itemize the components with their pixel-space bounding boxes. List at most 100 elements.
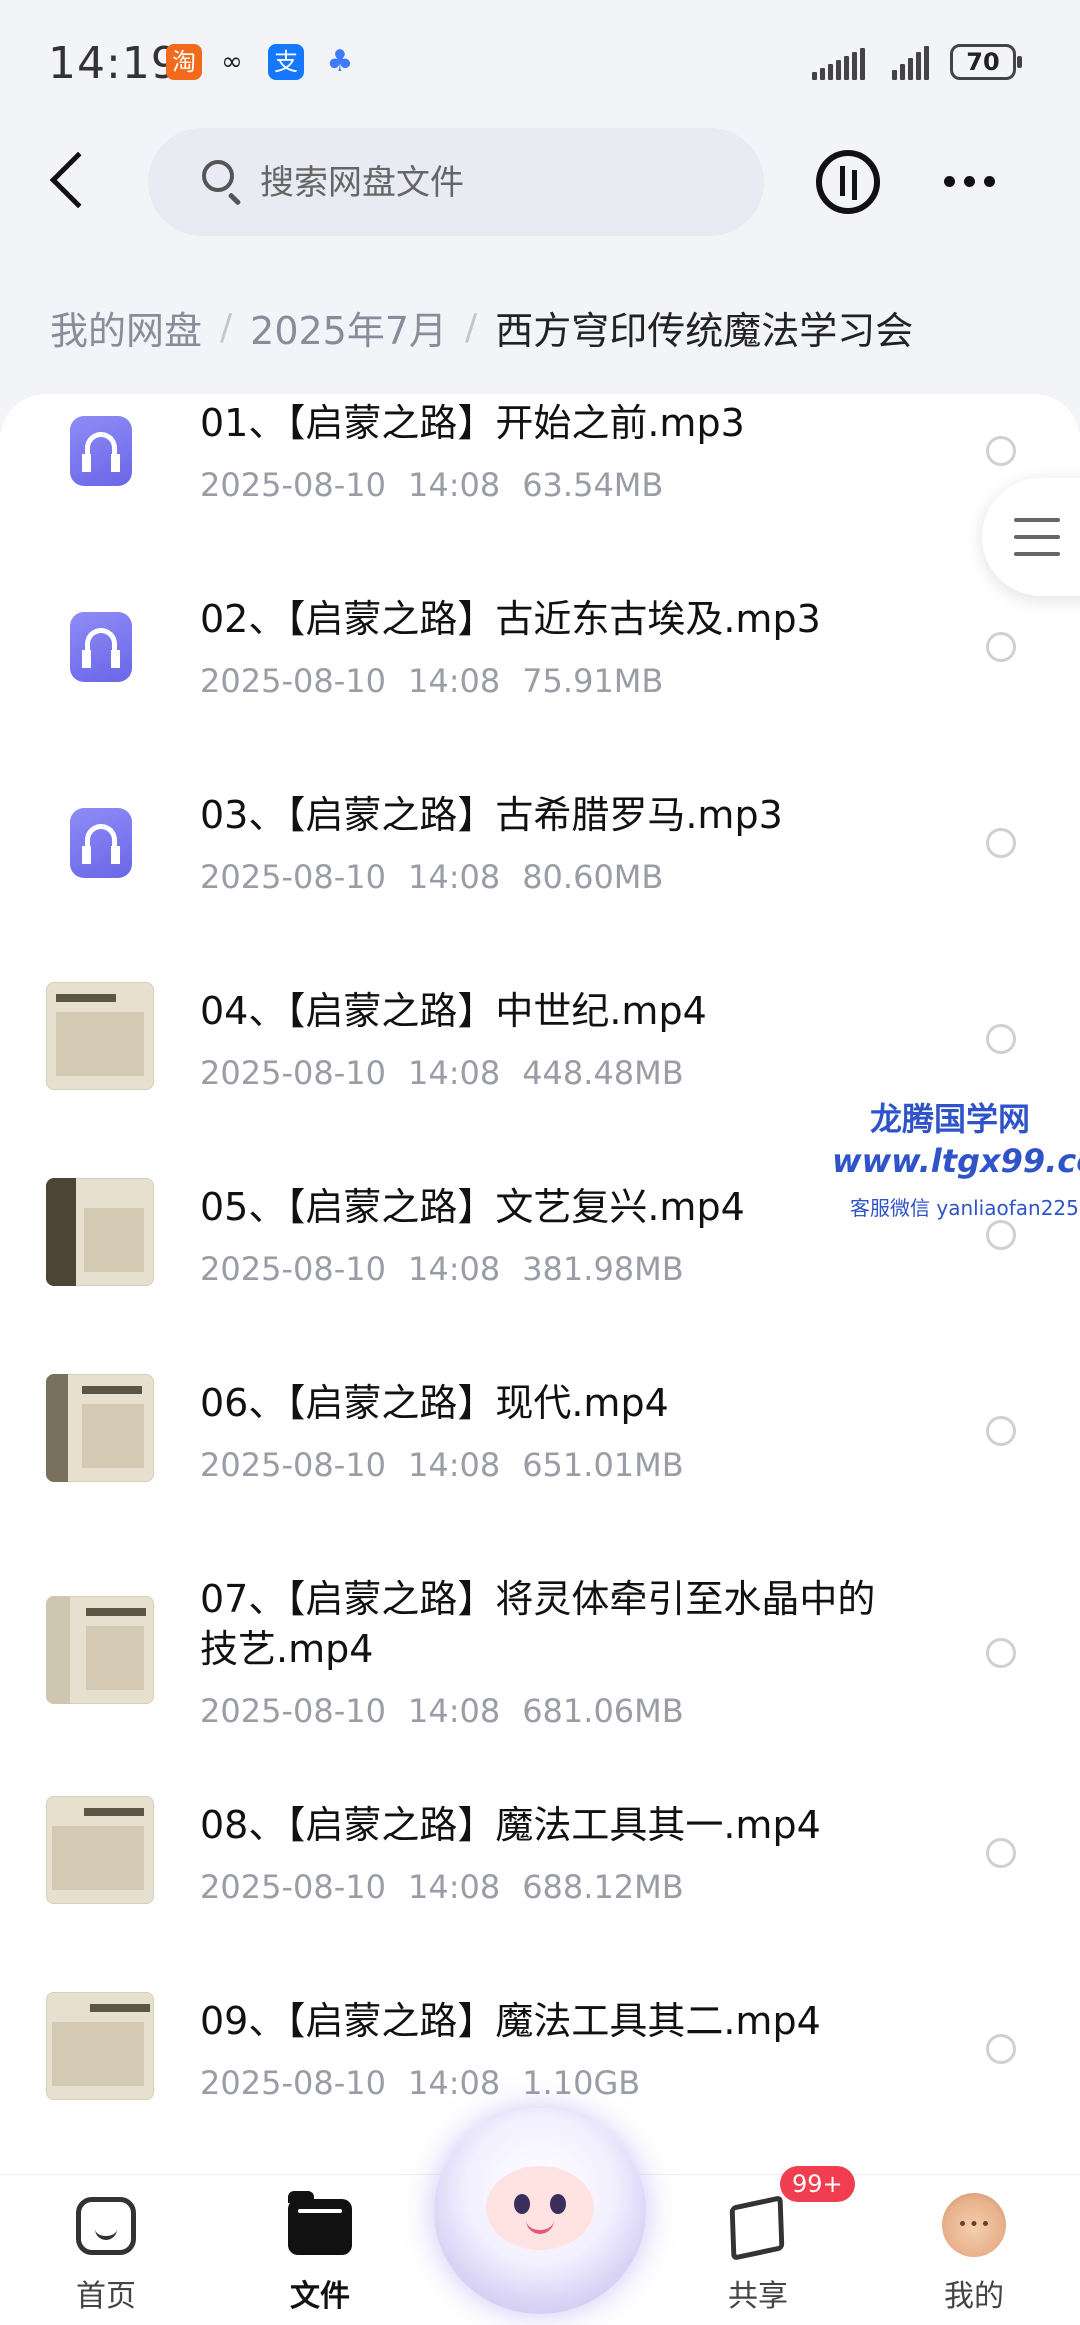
select-radio[interactable] xyxy=(986,1838,1016,1868)
search-icon xyxy=(202,160,234,192)
file-time: 14:08 xyxy=(407,1446,501,1484)
file-meta: 2025-08-10 14:08 681.06MB xyxy=(200,1692,706,1730)
nav-label: 文件 xyxy=(290,2279,350,2314)
home-icon xyxy=(76,2197,136,2255)
watermark-title: 龙腾国学网 xyxy=(870,1100,1031,1138)
video-thumbnail xyxy=(46,1178,154,1286)
file-size: 381.98MB xyxy=(522,1250,684,1288)
back-button[interactable] xyxy=(49,151,107,209)
transfer-list-button[interactable] xyxy=(816,150,880,214)
breadcrumb: 我的网盘 / 2025年7月 / 西方穹印传统魔法学习会 xyxy=(50,300,913,355)
select-radio[interactable] xyxy=(986,828,1016,858)
video-thumbnail xyxy=(46,1374,154,1482)
file-meta: 2025-08-10 14:08 688.12MB xyxy=(200,1868,706,1906)
file-size: 681.06MB xyxy=(522,1692,684,1730)
nav-label: 首页 xyxy=(76,2279,136,2314)
file-meta: 2025-08-10 14:08 1.10GB xyxy=(200,2064,662,2102)
file-date: 2025-08-10 xyxy=(200,2064,386,2102)
file-date: 2025-08-10 xyxy=(200,1446,386,1484)
file-name: 04、【启蒙之路】中世纪.mp4 xyxy=(200,989,707,1033)
nav-label: 共享 xyxy=(728,2279,788,2314)
search-bar[interactable] xyxy=(148,128,764,236)
watermark-contact: 客服微信 yanliaofan225 xyxy=(850,1196,1079,1220)
file-date: 2025-08-10 xyxy=(200,1054,386,1092)
select-radio[interactable] xyxy=(986,1638,1016,1668)
breadcrumb-item-current: 西方穹印传统魔法学习会 xyxy=(495,309,914,353)
file-list: 01、【启蒙之路】开始之前.mp3 2025-08-10 14:08 63.54MB… xyxy=(0,394,1080,2174)
file-date: 2025-08-10 xyxy=(200,858,386,896)
select-radio[interactable] xyxy=(986,1416,1016,1446)
arrow-down-icon xyxy=(852,170,857,200)
breadcrumb-item-month[interactable]: 2025年7月 xyxy=(250,300,447,355)
file-name: 09、【启蒙之路】魔法工具其二.mp4 xyxy=(200,1999,821,2043)
nav-label: 我的 xyxy=(944,2279,1004,2314)
file-name: 03、【启蒙之路】古希腊罗马.mp3 xyxy=(200,793,783,837)
file-name: 07、【启蒙之路】将灵体牵引至水晶中的技艺.mp4 xyxy=(200,1577,876,1671)
folder-icon xyxy=(288,2191,352,2255)
select-radio[interactable] xyxy=(986,436,1016,466)
file-date: 2025-08-10 xyxy=(200,1692,386,1730)
battery-icon: 70 xyxy=(950,44,1022,80)
taobao-icon: 淘 xyxy=(166,44,202,80)
file-size: 448.48MB xyxy=(522,1054,684,1092)
file-meta: 2025-08-10 14:08 448.48MB xyxy=(200,1054,706,1092)
file-date: 2025-08-10 xyxy=(200,662,386,700)
audio-file-icon xyxy=(70,612,132,682)
file-size: 80.60MB xyxy=(522,858,664,896)
search-input[interactable] xyxy=(258,158,722,208)
file-meta: 2025-08-10 14:08 75.91MB xyxy=(200,662,685,700)
file-size: 651.01MB xyxy=(522,1446,684,1484)
file-name: 08、【启蒙之路】魔法工具其一.mp4 xyxy=(200,1803,821,1847)
link-icon: ∞ xyxy=(221,47,243,77)
video-thumbnail xyxy=(46,1596,154,1704)
file-meta: 2025-08-10 14:08 651.01MB xyxy=(200,1446,706,1484)
more-options-button[interactable] xyxy=(944,176,995,187)
alipay-icon: 支 xyxy=(268,44,304,80)
video-thumbnail xyxy=(46,982,154,1090)
select-radio[interactable] xyxy=(986,1220,1016,1250)
file-time: 14:08 xyxy=(407,2064,501,2102)
wifi-signal-icon xyxy=(812,46,865,80)
nav-item-me[interactable]: 我的 xyxy=(904,2175,1044,2325)
video-thumbnail xyxy=(46,1992,154,2100)
file-size: 1.10GB xyxy=(522,2064,641,2102)
file-date: 2025-08-10 xyxy=(200,1868,386,1906)
avatar-icon xyxy=(942,2193,1006,2257)
arrow-up-icon xyxy=(840,166,845,196)
audio-file-icon xyxy=(70,808,132,878)
select-radio[interactable] xyxy=(986,2034,1016,2064)
file-time: 14:08 xyxy=(407,1250,501,1288)
share-icon xyxy=(729,2194,785,2262)
cell-signal-icon xyxy=(892,46,929,80)
video-thumbnail xyxy=(46,1796,154,1904)
audio-file-icon xyxy=(70,416,132,486)
select-radio[interactable] xyxy=(986,1024,1016,1054)
file-meta: 2025-08-10 14:08 63.54MB xyxy=(200,466,685,504)
file-size: 63.54MB xyxy=(522,466,664,504)
file-time: 14:08 xyxy=(407,1692,501,1730)
menu-icon xyxy=(1014,518,1060,522)
file-meta: 2025-08-10 14:08 381.98MB xyxy=(200,1250,706,1288)
nav-item-files[interactable]: 文件 xyxy=(250,2175,390,2325)
file-name: 05、【启蒙之路】文艺复兴.mp4 xyxy=(200,1185,745,1229)
status-bar: 14:19 淘 ∞ 支 ♣ 70 xyxy=(0,0,1080,120)
file-name: 02、【启蒙之路】古近东古埃及.mp3 xyxy=(200,597,821,641)
watermark-url: www.ltgx99.com xyxy=(832,1142,1080,1180)
baidu-netdisk-icon: ♣ xyxy=(326,44,354,79)
file-meta: 2025-08-10 14:08 80.60MB xyxy=(200,858,685,896)
nav-item-home[interactable]: 首页 xyxy=(36,2175,176,2325)
file-time: 14:08 xyxy=(407,662,501,700)
file-date: 2025-08-10 xyxy=(200,466,386,504)
file-time: 14:08 xyxy=(407,1868,501,1906)
file-name: 06、【启蒙之路】现代.mp4 xyxy=(200,1381,669,1425)
mascot-face-icon xyxy=(486,2166,594,2250)
file-name: 01、【启蒙之路】开始之前.mp3 xyxy=(200,401,745,445)
file-time: 14:08 xyxy=(407,858,501,896)
status-time: 14:19 xyxy=(48,38,180,89)
select-radio[interactable] xyxy=(986,632,1016,662)
ai-assistant-mascot-button[interactable] xyxy=(434,2108,646,2314)
file-date: 2025-08-10 xyxy=(200,1250,386,1288)
file-time: 14:08 xyxy=(407,466,501,504)
breadcrumb-separator: / xyxy=(220,307,233,348)
breadcrumb-item-root[interactable]: 我的网盘 xyxy=(50,300,202,355)
